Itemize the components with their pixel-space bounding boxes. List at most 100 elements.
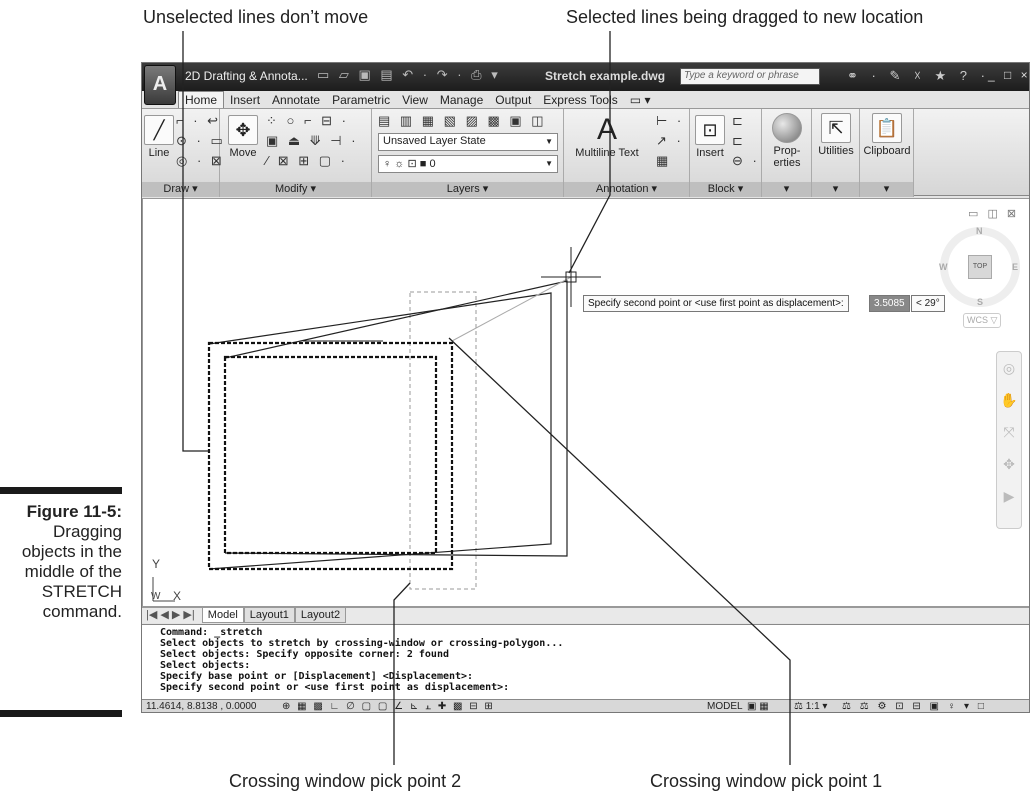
figure-rule-bottom	[0, 710, 122, 717]
panel-modify-title[interactable]: Modify ▾	[220, 182, 371, 197]
layer-dropdown[interactable]: ♀ ☼ ⊡ ■ 0 ▼	[378, 155, 558, 173]
utilities-button[interactable]: ⇱ Utilities	[816, 113, 856, 157]
viewcube[interactable]: TOP N S E W	[939, 226, 1020, 307]
viewcube-top-face[interactable]: TOP	[968, 255, 992, 279]
multiline-text-button[interactable]: A Multiline Text	[568, 113, 646, 159]
tab-parametric[interactable]: Parametric	[326, 92, 396, 109]
layer-tools-row[interactable]: ▤ ▥ ▦ ▧ ▨ ▩ ▣ ◫	[378, 113, 547, 129]
command-prompt[interactable]: Specify second point or <use first point…	[160, 682, 1013, 693]
search-input[interactable]: Type a keyword or phrase	[680, 68, 820, 85]
tab-layout2[interactable]: Layout2	[294, 608, 347, 623]
panel-annotation-title[interactable]: Annotation ▾	[564, 182, 689, 197]
panel-layers-title[interactable]: Layers ▾	[372, 182, 563, 197]
viewport-controls[interactable]: ▭ ◫ ⊠	[968, 207, 1019, 220]
tab-annotate[interactable]: Annotate	[266, 92, 326, 109]
multiline-text-icon: A	[596, 113, 617, 146]
utilities-icon: ⇱	[821, 113, 851, 143]
coordinates-readout: 11.4614, 8.8138 , 0.0000	[146, 701, 257, 712]
panel-draw: ╱ Line ⌐ · ↩ ⊙ · ▭ ◎ · ⊠ Draw ▾	[142, 109, 223, 197]
tab-insert[interactable]: Insert	[224, 92, 266, 109]
model-space-button[interactable]: MODEL	[707, 700, 743, 712]
create-block-button[interactable]: ⊏	[732, 113, 746, 129]
status-tray-icons[interactable]: ⚖ ⚖ ⚙ ⊡ ⊟ ▣ ♀ ▾ □	[842, 700, 987, 712]
tab-layout1[interactable]: Layout1	[243, 608, 295, 623]
layer-state-dropdown[interactable]: Unsaved Layer State ▼	[378, 133, 558, 151]
tab-manage[interactable]: Manage	[434, 92, 489, 109]
panel-clipboard: 📋 Clipboard ▾	[860, 109, 914, 197]
table-button[interactable]: ▦	[656, 153, 671, 169]
compass-e: E	[1012, 262, 1019, 272]
orbit-icon[interactable]: ✥	[997, 448, 1021, 480]
panel-draw-title[interactable]: Draw ▾	[142, 182, 219, 197]
attribute-button[interactable]: ⊖ ·	[732, 153, 760, 169]
modify-tools-row-1[interactable]: ⁘ ○ ⌐ ⊟ ·	[266, 113, 349, 129]
tab-view[interactable]: View	[396, 92, 434, 109]
command-history-line: Command: _stretch	[160, 627, 263, 638]
command-history-line: Select objects:	[160, 660, 251, 671]
draw-tools-row-2[interactable]: ⊙ · ▭	[176, 133, 226, 149]
tab-model[interactable]: Model	[201, 608, 244, 623]
application-menu-button[interactable]: A	[144, 65, 176, 105]
dynamic-input-prompt: Specify second point or <use first point…	[583, 295, 849, 312]
drafting-settings-icons[interactable]: ⊕ ▦ ▩ ∟ ∅ ▢ ▢ ∠ ⊾ ⫠ ✚ ▩ ⊟ ⊞	[282, 700, 495, 712]
document-title: Stretch example.dwg	[545, 69, 666, 83]
line-button[interactable]: ╱ Line	[144, 115, 174, 159]
line-label: Line	[148, 147, 170, 159]
draw-tools-row-1[interactable]: ⌐ · ↩	[176, 113, 221, 129]
layout-nav-buttons[interactable]: |◀ ◀ ▶ ▶|	[142, 609, 199, 621]
annotation-scale[interactable]: ⚖ 1:1 ▾	[794, 700, 827, 712]
panel-utilities-title[interactable]: ▾	[812, 182, 859, 197]
outer-rectangle	[207, 341, 454, 571]
figure-caption-text: Dragging objects in the middle of the ST…	[21, 522, 122, 621]
clipboard-icon: 📋	[872, 113, 902, 143]
steering-wheel-icon[interactable]: ◎	[997, 352, 1021, 384]
multiline-text-label: Multiline Text	[575, 147, 639, 159]
tab-home[interactable]: Home	[178, 91, 225, 108]
infocenter-icons[interactable]: ⚭ · ✎ ☓ ★ ? ·	[847, 68, 990, 84]
wcs-menu[interactable]: WCS ▽	[963, 313, 1002, 328]
draw-tools-row-3[interactable]: ◎ · ⊠	[176, 153, 225, 169]
rubber-band-line	[451, 276, 572, 342]
window-buttons[interactable]: _ □ ×	[988, 68, 1029, 82]
command-history-line: Specify base point or [Displacement] <Di…	[160, 671, 474, 682]
viewport-icons[interactable]: ▣ ▦	[747, 700, 769, 712]
zoom-icon[interactable]: ⤧	[997, 416, 1021, 448]
properties-button[interactable]: Prop-erties	[768, 113, 806, 169]
status-bar: 11.4614, 8.8138 , 0.0000 ⊕ ▦ ▩ ∟ ∅ ▢ ▢ ∠…	[142, 699, 1029, 712]
workspace-switcher[interactable]: 2D Drafting & Annota...	[185, 69, 308, 83]
compass-s: S	[977, 297, 984, 307]
insert-label: Insert	[696, 147, 724, 159]
drawing-canvas[interactable]	[143, 199, 1030, 608]
panel-clipboard-title[interactable]: ▾	[860, 182, 913, 197]
edit-block-button[interactable]: ⊏	[732, 133, 746, 149]
modify-tools-row-3[interactable]: ⁄ ⊠ ⊞ ▢ ·	[266, 153, 348, 169]
leader-button[interactable]: ↗ ·	[656, 133, 684, 149]
title-bar: 2D Drafting & Annota... ▭ ▱ ▣ ▤ ↶ · ↷ · …	[142, 63, 1029, 91]
command-history-line: Select objects: Specify opposite corner:…	[160, 649, 449, 660]
distance-input[interactable]: 3.5085	[869, 295, 910, 312]
move-button[interactable]: ✥ Move	[226, 115, 260, 159]
command-line[interactable]: Command: _stretch Select objects to stre…	[142, 624, 1029, 699]
dimension-button[interactable]: ⊢ ·	[656, 113, 684, 129]
tab-more[interactable]: ▭ ▾	[624, 92, 657, 109]
ghost-outer	[208, 292, 552, 570]
pan-icon[interactable]: ✋	[997, 384, 1021, 416]
tab-output[interactable]: Output	[489, 92, 537, 109]
ucs-x-label: X	[173, 589, 182, 603]
drawing-area[interactable]: ▭ ◫ ⊠ Specify second point or <use first…	[142, 198, 1030, 608]
clipboard-label: Clipboard	[863, 145, 911, 157]
panel-properties-title[interactable]: ▾	[762, 182, 811, 197]
callout-unselected-lines: Unselected lines don’t move	[143, 7, 369, 27]
showmotion-icon[interactable]: ▶	[997, 480, 1021, 512]
inner-rectangle	[223, 355, 438, 555]
insert-button[interactable]: ⊡ Insert	[692, 115, 728, 159]
panel-block-title[interactable]: Block ▾	[690, 182, 761, 197]
modify-tools-row-2[interactable]: ▣ ⏏ ⟱ ⊣ ·	[266, 133, 359, 149]
tab-express-tools[interactable]: Express Tools	[537, 92, 623, 109]
crossing-window	[409, 291, 477, 590]
quick-access-toolbar[interactable]: ▭ ▱ ▣ ▤ ↶ · ↷ · ⎙ ▾	[317, 67, 501, 83]
compass-n: N	[976, 226, 983, 236]
panel-block: ⊡ Insert ⊏ ⊏ ⊖ · Block ▾	[690, 109, 762, 197]
clipboard-button[interactable]: 📋 Clipboard	[862, 113, 912, 157]
command-history-line: Select objects to stretch by crossing-wi…	[160, 638, 564, 649]
